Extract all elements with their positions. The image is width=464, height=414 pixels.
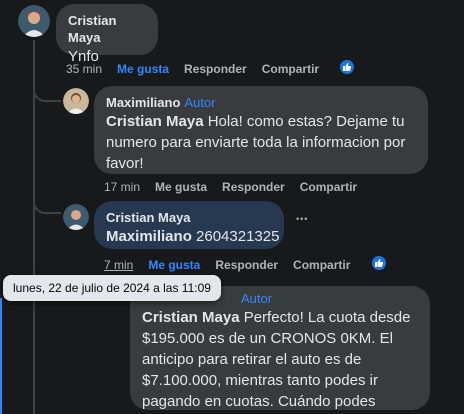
reply-button[interactable]: Responder	[215, 257, 278, 273]
mention-link[interactable]: Cristian Maya	[106, 113, 204, 130]
avatar-cristian[interactable]	[18, 5, 50, 37]
more-dots-icon[interactable]: •••	[296, 214, 308, 224]
comment-actions-1: 35 min Me gusta Responder Compartir	[66, 61, 334, 77]
avatar-maximiliano[interactable]	[63, 88, 89, 114]
comment-actions-2: 17 min Me gusta Responder Compartir	[104, 179, 372, 195]
like-thumb-icon[interactable]	[370, 254, 388, 272]
comment-bubble-1: Cristian Maya Ynfo	[56, 4, 158, 65]
author-badge: Autor	[241, 291, 273, 306]
comment-text: Maximiliano 2604321325	[106, 226, 279, 247]
comment-author-line: Maximiliano Autor	[106, 94, 416, 111]
mention-link[interactable]: Maximiliano	[106, 228, 192, 245]
comment-author[interactable]: Cristian Maya	[68, 12, 146, 46]
share-button[interactable]: Compartir	[262, 61, 319, 77]
like-thumb-icon[interactable]	[338, 58, 356, 76]
comment-body: 2604321325	[191, 228, 280, 245]
comment-actions-3: 7 min Me gusta Responder Compartir	[104, 257, 365, 273]
comment-time[interactable]: 17 min	[104, 179, 140, 195]
avatar-cristian-small[interactable]	[63, 204, 89, 230]
comment-time[interactable]: 7 min	[104, 257, 133, 273]
mention-link[interactable]: Cristian Maya	[142, 309, 240, 326]
comment-author[interactable]: Maximiliano	[106, 95, 180, 110]
author-badge: Autor	[184, 95, 216, 110]
share-button[interactable]: Compartir	[300, 179, 357, 195]
timestamp-tooltip: lunes, 22 de julio de 2024 a las 11:09	[3, 275, 221, 301]
thread-connector-2	[33, 198, 61, 214]
comment-text: Cristian Maya Hola! como estas? Dejame t…	[106, 111, 416, 174]
like-button[interactable]: Me gusta	[155, 179, 207, 195]
comment-bubble-2: Maximiliano Autor Cristian Maya Hola! com…	[94, 86, 428, 174]
comment-author[interactable]: Cristian Maya	[106, 209, 272, 226]
share-button[interactable]: Compartir	[293, 257, 350, 273]
thread-connector-1	[33, 88, 61, 102]
comment-bubble-3: Cristian Maya Maximiliano 2604321325	[94, 201, 284, 249]
reply-button[interactable]: Responder	[184, 61, 247, 77]
comment-time[interactable]: 35 min	[66, 61, 102, 77]
comment-text: Cristian Maya Perfecto! La cuota desde $…	[142, 307, 418, 414]
like-button[interactable]: Me gusta	[148, 257, 200, 273]
reply-button[interactable]: Responder	[222, 179, 285, 195]
highlight-rule	[0, 298, 2, 414]
comment-bubble-4: Autor Cristian Maya Perfecto! La cuota d…	[130, 286, 430, 410]
like-button[interactable]: Me gusta	[117, 61, 169, 77]
